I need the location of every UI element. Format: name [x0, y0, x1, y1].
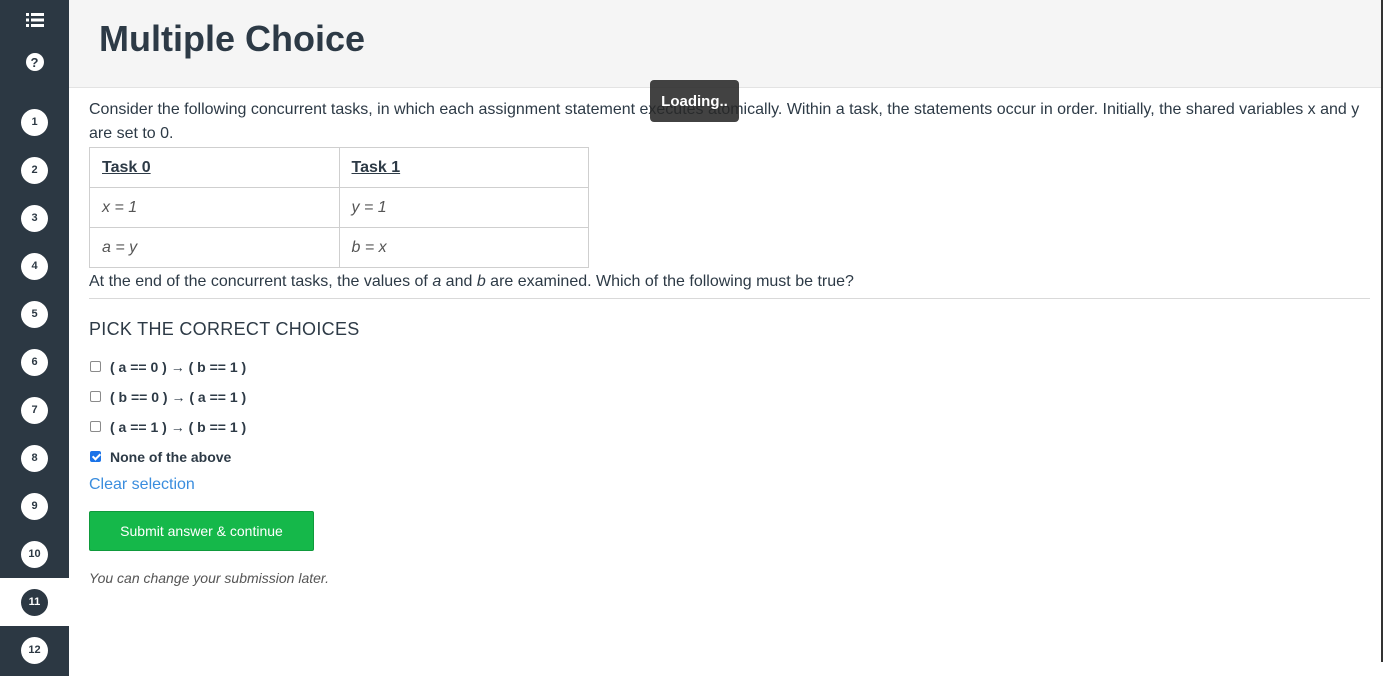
choice-option-1[interactable]: ( a == 0 ) → ( b == 1 ) [89, 352, 1370, 382]
sidebar-question-1[interactable]: 1 [0, 98, 69, 146]
table-cell: b = x [338, 227, 589, 268]
question-prompt-post: are examined. Which of the following mus… [485, 273, 854, 290]
clear-selection-link[interactable]: Clear selection [89, 476, 195, 494]
choice-label: ( a == 1 ) → ( b == 1 ) [110, 419, 247, 435]
choice-option-4[interactable]: None of the above [89, 442, 1370, 472]
help-icon[interactable]: ? [0, 53, 69, 71]
sidebar-question-5[interactable]: 5 [0, 290, 69, 338]
table-row: x = 1 y = 1 [89, 187, 589, 228]
sidebar-question-3[interactable]: 3 [0, 194, 69, 242]
loading-toast: Loading.. [650, 80, 739, 122]
table-header-row: Task 0 Task 1 [89, 147, 589, 188]
sidebar-question-8[interactable]: 8 [0, 434, 69, 482]
choices-heading: PICK THE CORRECT CHOICES [89, 319, 360, 339]
checkbox[interactable] [90, 420, 101, 432]
checkbox-checked[interactable] [90, 450, 101, 462]
choice-label: ( b == 0 ) → ( a == 1 ) [110, 389, 247, 405]
list-icon[interactable] [0, 10, 69, 30]
question-number: 7 [21, 396, 48, 424]
checkbox[interactable] [90, 390, 101, 402]
tasks-table: Task 0 Task 1 x = 1 y = 1 a = y b = x [89, 147, 589, 268]
submit-button[interactable]: Submit answer & continue [89, 511, 314, 551]
variable-a: a [432, 273, 442, 290]
question-number: 9 [21, 492, 48, 520]
sidebar-question-2[interactable]: 2 [0, 146, 69, 194]
question-prompt: At the end of the concurrent tasks, the … [89, 270, 1370, 294]
sidebar-question-7[interactable]: 7 [0, 386, 69, 434]
table-cell: a = y [89, 227, 340, 268]
question-number: 6 [21, 348, 48, 376]
variable-b: b [476, 273, 486, 290]
choice-option-3[interactable]: ( a == 1 ) → ( b == 1 ) [89, 412, 1370, 442]
question-prompt-and: and [441, 273, 477, 290]
divider [89, 298, 1370, 299]
sidebar: ? 1 2 3 4 5 6 7 8 9 10 11 12 [0, 0, 69, 676]
table-header: Task 1 [338, 147, 589, 188]
question-number: 2 [21, 156, 48, 184]
sidebar-question-9[interactable]: 9 [0, 482, 69, 530]
table-cell: y = 1 [338, 187, 589, 228]
page-header: Multiple Choice [69, 0, 1383, 88]
question-number: 11 [21, 588, 48, 616]
sidebar-question-12[interactable]: 12 [0, 626, 69, 674]
table-header: Task 0 [89, 147, 340, 188]
question-number: 8 [21, 444, 48, 472]
question-number: 10 [21, 540, 48, 568]
choice-option-2[interactable]: ( b == 0 ) → ( a == 1 ) [89, 382, 1370, 412]
question-number: 3 [21, 204, 48, 232]
choice-label: ( a == 0 ) → ( b == 1 ) [110, 359, 247, 375]
question-prompt-pre: At the end of the concurrent tasks, the … [89, 273, 433, 290]
choice-label: None of the above [110, 449, 232, 465]
page-title: Multiple Choice [99, 18, 366, 59]
table-row: a = y b = x [89, 227, 589, 268]
question-number: 5 [21, 300, 48, 328]
question-number: 1 [21, 108, 48, 136]
question-number: 4 [21, 252, 48, 280]
sidebar-question-4[interactable]: 4 [0, 242, 69, 290]
sidebar-question-11[interactable]: 11 [0, 578, 69, 626]
question-content: Consider the following concurrent tasks,… [89, 98, 1370, 586]
sidebar-question-6[interactable]: 6 [0, 338, 69, 386]
sidebar-question-10[interactable]: 10 [0, 530, 69, 578]
table-cell: x = 1 [89, 187, 340, 228]
help-symbol: ? [25, 53, 44, 71]
question-number: 12 [21, 636, 48, 664]
submission-note: You can change your submission later. [89, 570, 329, 586]
checkbox[interactable] [90, 360, 101, 372]
